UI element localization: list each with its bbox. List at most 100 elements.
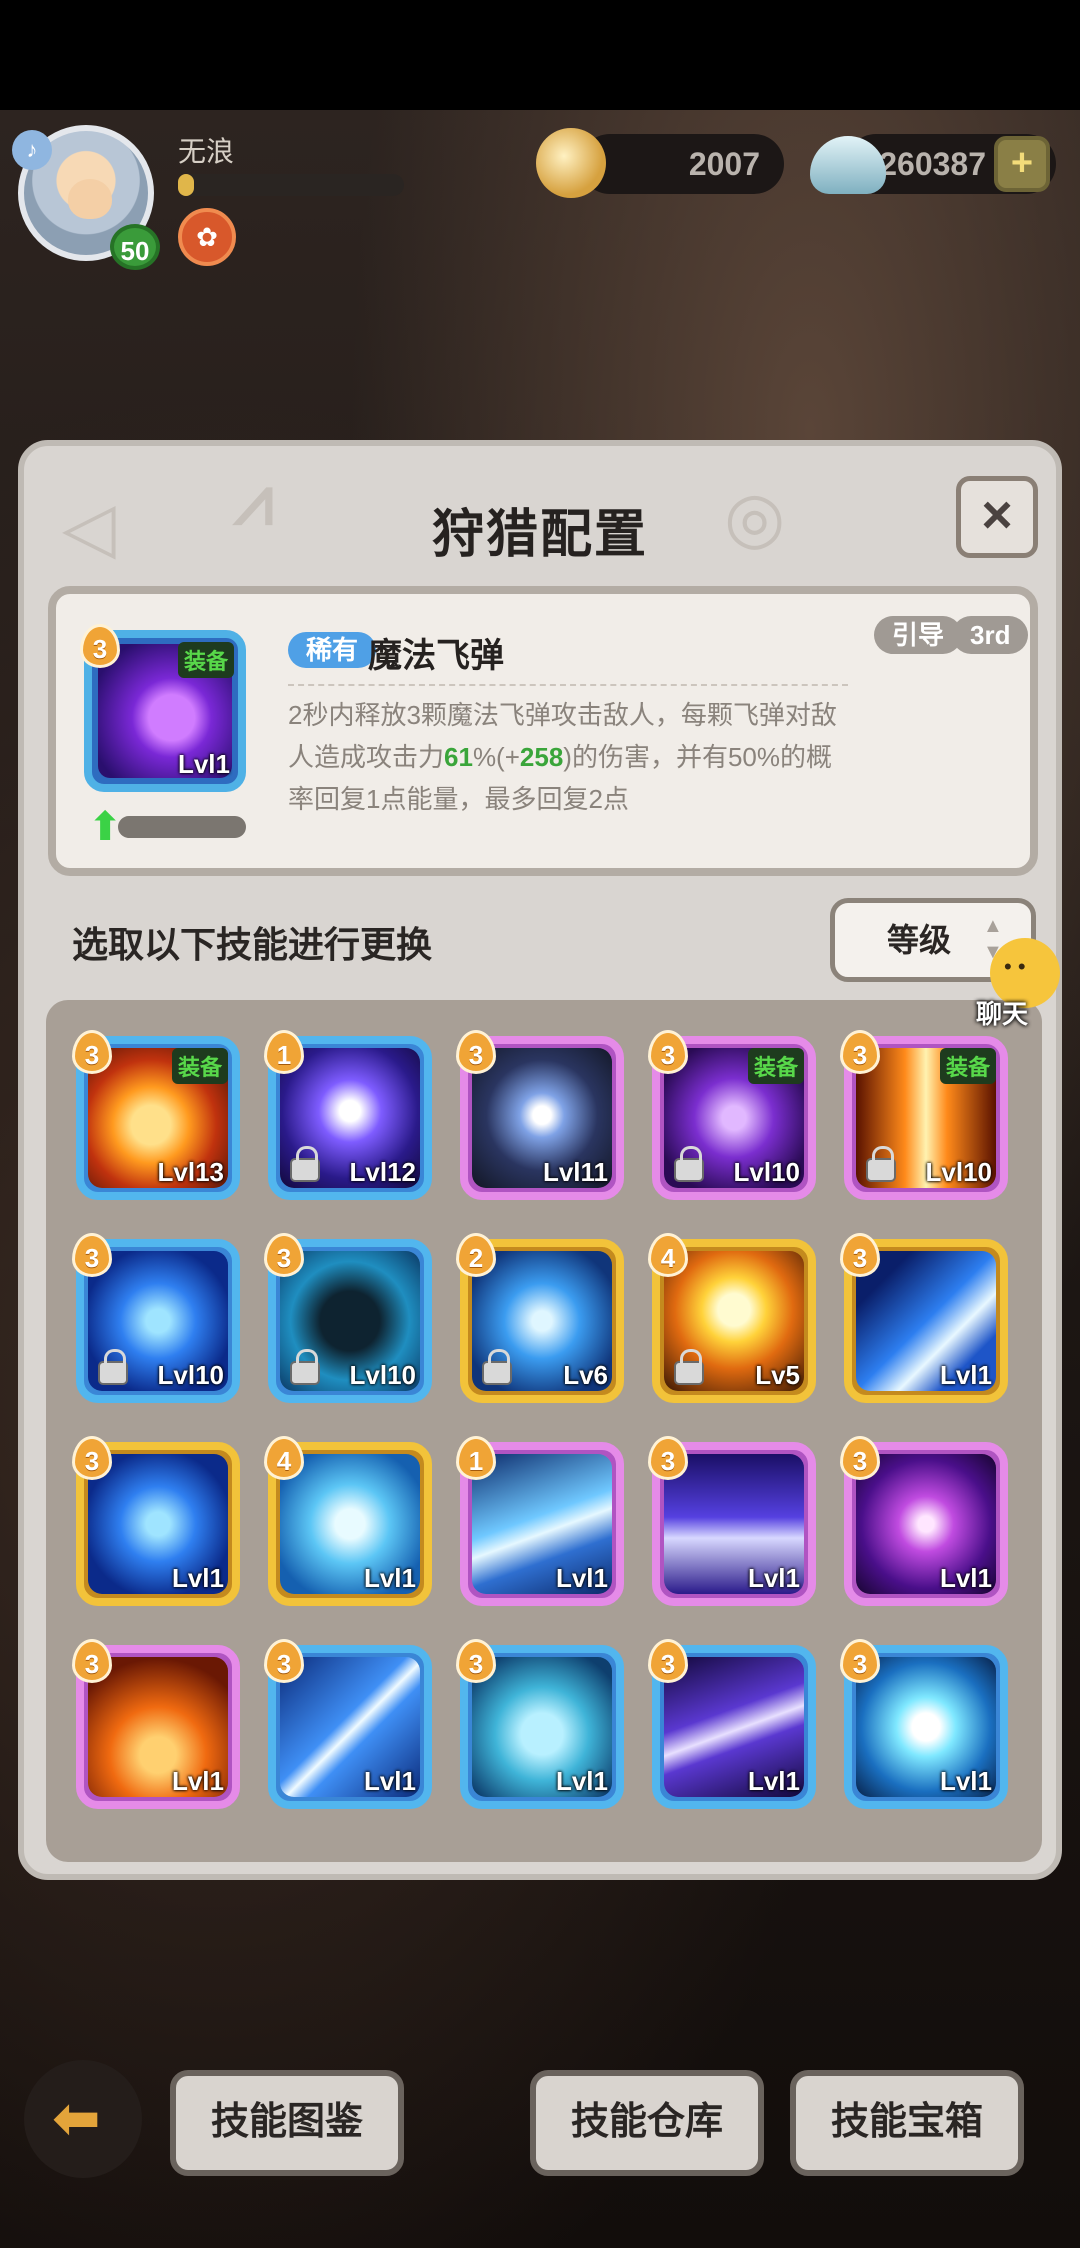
lock-icon <box>98 1349 128 1385</box>
energy-cost-badge: 3 <box>72 1639 112 1683</box>
skill-level: Lvl1 <box>939 1766 992 1796</box>
skill-chest-button[interactable]: 技能宝箱 <box>790 2070 1024 2176</box>
energy-cost-badge: 2 <box>456 1233 496 1277</box>
skill-level: Lvl1 <box>939 1360 992 1390</box>
skill-slot[interactable]: Lvl10 3 <box>264 1233 432 1403</box>
skill-grid[interactable]: 装备 Lvl13 3 Lvl12 1 Lvl11 3 装备 Lvl10 3 装备 Lvl10 3 Lvl1… <box>46 1000 1042 1862</box>
lock-icon <box>290 1146 320 1182</box>
skill-slot[interactable]: Lv6 2 <box>456 1233 624 1403</box>
skill-slot[interactable]: Lvl1 4 <box>264 1436 432 1606</box>
shell-amount: 260387 <box>879 146 986 182</box>
energy-cost-badge: 1 <box>264 1030 304 1074</box>
skill-level: Lv6 <box>563 1360 608 1390</box>
skill-level: Lvl13 <box>157 1157 225 1187</box>
description-text: %(+ <box>472 742 520 772</box>
equipped-tag: 装备 <box>177 642 234 678</box>
skill-level: Lvl10 <box>733 1157 801 1187</box>
skill-slot[interactable]: Lvl12 1 <box>264 1030 432 1200</box>
sort-label: 等级 <box>887 922 952 958</box>
skill-slot[interactable]: Lvl1 3 <box>648 1639 816 1809</box>
lock-icon <box>674 1349 704 1385</box>
coin-amount: 2007 <box>688 146 760 182</box>
skill-level: Lvl12 <box>349 1157 417 1187</box>
skill-slot[interactable]: Lvl1 1 <box>456 1436 624 1606</box>
skill-codex-button[interactable]: 技能图鉴 <box>170 2070 404 2176</box>
mute-icon[interactable]: ♪ <box>12 130 52 170</box>
energy-cost-badge: 3 <box>840 1436 880 1480</box>
skill-slot[interactable]: Lvl1 3 <box>648 1436 816 1606</box>
skill-storage-button[interactable]: 技能仓库 <box>530 2070 764 2176</box>
skill-slot[interactable]: Lvl11 3 <box>456 1030 624 1200</box>
divider <box>288 684 848 686</box>
skill-slot[interactable]: Lvl1 3 <box>840 1233 1008 1403</box>
rarity-badge: 稀有 <box>288 632 377 668</box>
skill-slot[interactable]: Lv5 4 <box>648 1233 816 1403</box>
skill-slot[interactable]: 装备 Lvl10 3 <box>840 1030 1008 1200</box>
skill-level: Lvl10 <box>157 1360 225 1390</box>
energy-cost-badge: 3 <box>264 1639 304 1683</box>
back-button[interactable]: ⬅ <box>24 2060 142 2178</box>
skill-slot[interactable]: Lvl1 3 <box>72 1436 240 1606</box>
energy-cost-badge: 3 <box>72 1436 112 1480</box>
energy-cost-badge: 3 <box>648 1030 688 1074</box>
energy-cost-badge: 4 <box>648 1233 688 1277</box>
coin-icon <box>536 128 606 198</box>
energy-cost-badge: 3 <box>80 624 120 668</box>
skill-slot[interactable]: 装备 Lvl10 3 <box>648 1030 816 1200</box>
dialog-title: 狩猎配置 <box>431 506 648 564</box>
hunt-config-dialog: ◁ ⩘ ◎ 狩猎配置 × 装备 Lvl1 3 ⬆ 稀有 魔法飞弹 引导 3rd … <box>18 440 1062 1880</box>
skill-slot[interactable]: Lvl1 3 <box>840 1436 1008 1606</box>
clan-badge-icon[interactable]: ✿ <box>178 208 236 266</box>
energy-cost-badge: 3 <box>648 1639 688 1683</box>
skill-level: Lvl1 <box>747 1766 800 1796</box>
skill-tag: 引导 <box>874 616 963 654</box>
energy-cost-badge: 3 <box>456 1639 496 1683</box>
add-currency-button[interactable]: + <box>994 136 1050 192</box>
lock-icon <box>866 1146 896 1182</box>
skill-slot[interactable]: Lvl1 3 <box>264 1639 432 1809</box>
skill-level: Lvl10 <box>925 1157 993 1187</box>
coin-counter: 2007 <box>580 134 784 194</box>
player-level-badge: 50 <box>110 224 160 270</box>
skill-level: Lvl10 <box>349 1360 417 1390</box>
energy-cost-badge: 3 <box>72 1233 112 1277</box>
chat-button[interactable]: 聊天 <box>966 936 1076 1040</box>
lock-icon <box>482 1349 512 1385</box>
equipped-tag: 装备 <box>747 1048 804 1084</box>
close-button[interactable]: × <box>956 476 1038 558</box>
skill-level: Lvl1 <box>939 1563 992 1593</box>
lock-icon <box>290 1349 320 1385</box>
energy-cost-badge: 3 <box>840 1639 880 1683</box>
skill-name: 魔法飞弹 <box>368 637 504 675</box>
skill-level: Lvl1 <box>177 749 230 779</box>
equipped-tag: 装备 <box>939 1048 996 1084</box>
lock-icon <box>674 1146 704 1182</box>
energy-cost-badge: 3 <box>648 1436 688 1480</box>
skill-level: Lvl1 <box>747 1563 800 1593</box>
player-name: 无浪 <box>178 136 235 167</box>
chat-label: 聊天 <box>976 999 1029 1029</box>
skill-level: Lvl1 <box>363 1563 416 1593</box>
back-arrow-icon: ⬅ <box>52 2086 101 2151</box>
energy-cost-badge: 3 <box>264 1233 304 1277</box>
skill-level: Lvl11 <box>542 1157 608 1187</box>
damage-percent: 61 <box>444 742 473 772</box>
energy-cost-badge: 3 <box>840 1233 880 1277</box>
skill-slot[interactable]: Lvl1 3 <box>456 1639 624 1809</box>
skill-tag: 3rd <box>952 616 1029 654</box>
selected-skill-card: 装备 Lvl1 3 ⬆ 稀有 魔法飞弹 引导 3rd 2秒内释放3颗魔法飞弹攻击… <box>48 586 1038 876</box>
skill-slot[interactable]: Lvl1 3 <box>840 1639 1008 1809</box>
damage-flat: 258 <box>519 742 564 772</box>
skill-slot[interactable]: Lvl10 3 <box>72 1233 240 1403</box>
skill-level: Lvl1 <box>171 1766 224 1796</box>
skill-level: Lvl1 <box>555 1766 608 1796</box>
equipped-tag: 装备 <box>171 1048 228 1084</box>
skill-level: Lvl1 <box>555 1563 608 1593</box>
skill-description: 2秒内释放3颗魔法飞弹攻击敌人，每颗飞弹对敌人造成攻击力61%(+258)的伤害… <box>288 694 848 820</box>
skill-slot[interactable]: Lvl1 3 <box>72 1639 240 1809</box>
skill-slot[interactable]: 装备 Lvl13 3 <box>72 1030 240 1200</box>
selected-skill-icon[interactable]: 装备 Lvl1 3 <box>80 624 246 792</box>
skill-level: Lvl1 <box>363 1766 416 1796</box>
upgrade-arrow-icon[interactable]: ⬆ <box>86 807 124 847</box>
energy-cost-badge: 3 <box>456 1030 496 1074</box>
